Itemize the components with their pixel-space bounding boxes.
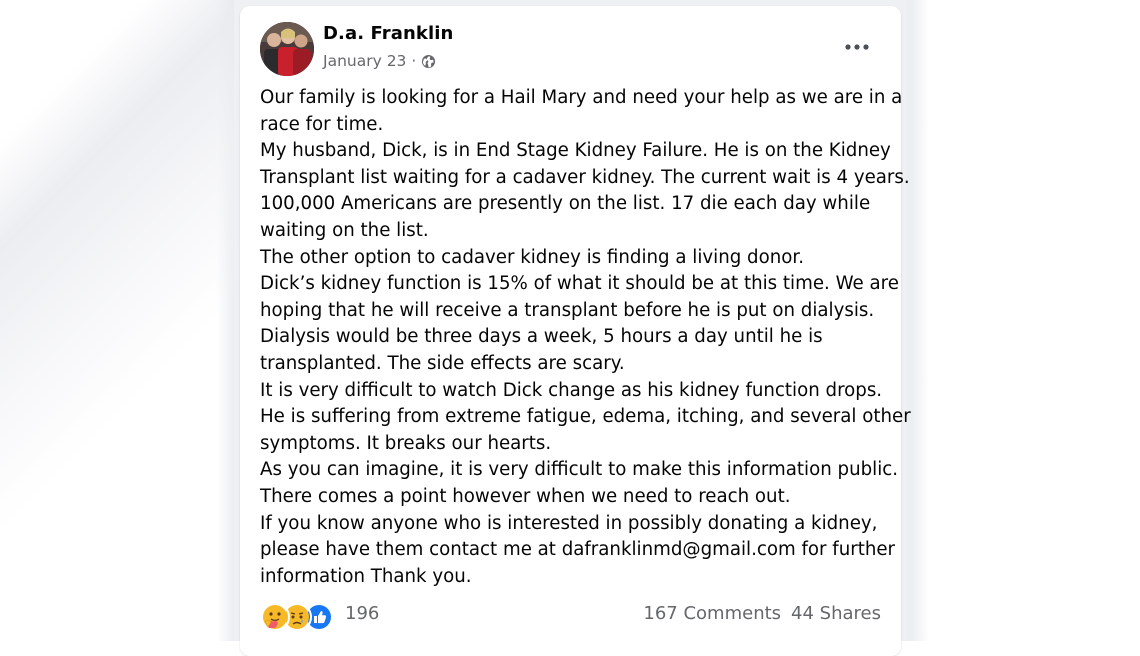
post-text-line: Dick’s kidney function is 15% of what it… (260, 273, 899, 295)
post-text-line: As you can imagine, it is very difficult… (260, 459, 899, 481)
post-text-line: Dialysis would be three days a week, 5 h… (260, 326, 823, 348)
globe-icon (421, 54, 436, 69)
post-card: D.a. Franklin January 23 · Our family is… (240, 6, 911, 656)
post-text-line: The other option to cadaver kidney is fi… (260, 246, 804, 268)
post-text-line: waiting on the list. (260, 219, 429, 241)
post-text-line: information Thank you. (260, 565, 472, 587)
post-text-line: Our family is looking for a Hail Mary an… (260, 87, 903, 108)
avatar[interactable] (260, 22, 314, 76)
care-reaction-icon (260, 602, 290, 632)
comments-count[interactable]: 167 Comments (643, 603, 781, 624)
more-options-button[interactable] (837, 32, 877, 62)
post-text-line: transplanted. The side effects are scary… (260, 352, 625, 374)
shares-count[interactable]: 44 Shares (791, 603, 881, 624)
author-name[interactable]: D.a. Franklin (323, 23, 453, 44)
more-options-icon (845, 44, 869, 50)
reactions-summary[interactable] (260, 602, 334, 632)
post-text-line: symptoms. It breaks our hearts. (260, 432, 552, 454)
post-text-line: There comes a point however when we need… (260, 485, 791, 507)
post-text-line: hoping that he will receive a transplant… (260, 299, 875, 321)
post-footer: 196 167 Comments 44 Shares (260, 602, 881, 632)
post-text-line: race for time. (260, 113, 384, 135)
engagement-counts: 167 Comments 44 Shares (643, 603, 881, 624)
avatar-photo (260, 22, 314, 76)
meta-separator: · (411, 52, 417, 70)
post-text-line: It is very difficult to watch Dick chang… (260, 379, 883, 401)
post-meta: January 23 · (323, 52, 436, 70)
post-text-line: Transplant list waiting for a cadaver ki… (260, 166, 910, 188)
post-text-line: please have them contact me at dafrankli… (260, 539, 896, 561)
post-text-line: 100,000 Americans are presently on the l… (260, 193, 871, 215)
post-text: Our family is looking for a Hail Mary an… (260, 85, 911, 590)
reaction-count[interactable]: 196 (345, 603, 379, 624)
post-date[interactable]: January 23 (323, 52, 406, 70)
post-text-line: My husband, Dick, is in End Stage Kidney… (260, 140, 891, 162)
post-text-line: If you know anyone who is interested in … (260, 512, 878, 534)
post-text-line: He is suffering from extreme fatigue, ed… (260, 406, 911, 428)
